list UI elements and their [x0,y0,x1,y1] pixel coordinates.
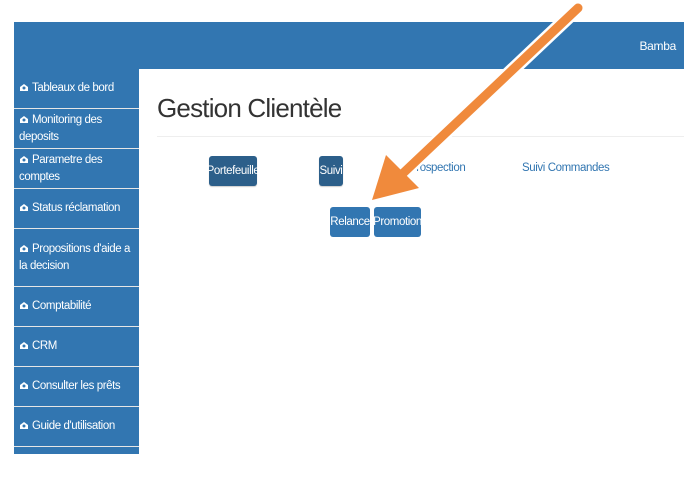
sidebar: Tableaux de bord Monitoring des deposits… [14,69,139,454]
sidebar-item-consulter-prets[interactable]: Consulter les prêts [14,367,139,407]
sidebar-item-crm[interactable]: CRM [14,327,139,367]
sidebar-item-guide[interactable]: Guide d'utilisation [14,407,139,447]
sidebar-item-comptabilite[interactable]: Comptabilité [14,287,139,327]
tab-suivi-commandes[interactable]: Suivi Commandes [522,162,622,178]
dashboard-icon [20,204,28,211]
sidebar-item-label: Consulter les prêts [32,380,121,392]
sidebar-item-label: CRM [32,340,57,352]
sidebar-item-label: Status réclamation [32,202,121,214]
dashboard-icon [20,115,28,123]
sidebar-item-label: Monitoring des deposits [19,113,102,143]
dashboard-icon [20,342,28,349]
sidebar-item-label: Guide d'utilisation [32,420,115,432]
user-name[interactable]: Bamba [639,39,676,53]
sidebar-item-propositions[interactable]: Propositions d'aide a la decision [14,229,139,287]
main-content: Gestion Clientèle Portefeuille Suivi Pro… [139,69,684,454]
sidebar-item-parametre-comptes[interactable]: Parametre des comptes [14,149,139,189]
sidebar-item-status-reclamation[interactable]: Status réclamation [14,189,139,229]
relance-button[interactable]: Relance [330,207,370,237]
dashboard-icon [20,244,28,252]
app-window: Bamba Tableaux de bord Monitoring des de… [14,22,684,454]
tab-suivi[interactable]: Suivi [319,156,343,186]
dashboard-icon [20,302,28,309]
page-title: Gestion Clientèle [157,93,342,123]
tab-prospection[interactable]: Prospection [409,162,509,178]
dashboard-icon [20,422,28,429]
sidebar-item-monitoring[interactable]: Monitoring des deposits [14,109,139,149]
sidebar-item-label: Parametre des comptes [19,153,103,183]
sidebar-item-label: Comptabilité [32,300,92,312]
dashboard-icon [20,155,28,163]
title-divider [157,136,684,137]
dashboard-icon [20,84,28,91]
sidebar-item-tableaux-de-bord[interactable]: Tableaux de bord [14,69,139,109]
sidebar-item-label: Tableaux de bord [32,82,114,94]
sidebar-item-label: Propositions d'aide a la decision [19,242,131,272]
tab-portefeuille[interactable]: Portefeuille [207,156,260,186]
top-navbar: Bamba [14,22,684,69]
dashboard-icon [20,382,28,389]
promotion-button[interactable]: Promotion [373,207,422,237]
